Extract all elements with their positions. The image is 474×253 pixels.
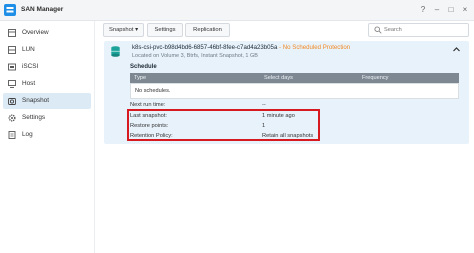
host-icon [8, 80, 16, 88]
table-row: No schedules. [130, 83, 459, 99]
sidebar-item-overview[interactable]: Overview [3, 25, 91, 41]
settings-button[interactable]: Settings [147, 23, 183, 37]
lun-location: Located on Volume 3, Btrfs, Instant Snap… [132, 53, 258, 59]
empty-schedule-text: No schedules. [135, 88, 171, 94]
sidebar-item-label: Settings [22, 114, 46, 121]
next-run-label: Next run time: [130, 102, 166, 108]
lun-name: k8s-csi-pvc-b98d4bd6-6857-46bf-8fee-c7ad… [132, 44, 278, 51]
schedule-table-header: Type Select days Frequency [130, 73, 459, 83]
sidebar-item-label: Log [22, 131, 33, 138]
sidebar-item-lun[interactable]: LUN [3, 42, 91, 58]
search-box[interactable] [368, 23, 469, 37]
next-run-value: -- [262, 102, 266, 108]
chevron-up-icon[interactable] [452, 45, 461, 54]
help-icon[interactable]: ? [418, 5, 428, 15]
lun-title: k8s-csi-pvc-b98d4bd6-6857-46bf-8fee-c7ad… [132, 44, 350, 51]
column-type: Type [134, 75, 147, 81]
log-icon [8, 131, 16, 139]
schedule-heading: Schedule [130, 64, 157, 70]
column-frequency: Frequency [362, 75, 389, 81]
sidebar-item-settings[interactable]: Settings [3, 110, 91, 126]
sidebar-item-label: iSCSI [22, 63, 39, 70]
sidebar-item-host[interactable]: Host [3, 76, 91, 92]
schedule-table: Type Select days Frequency No schedules. [130, 73, 459, 99]
gear-icon [8, 114, 16, 122]
protection-status: No Scheduled Protection [282, 44, 351, 51]
sidebar-item-iscsi[interactable]: iSCSI [3, 59, 91, 75]
search-input[interactable] [384, 25, 464, 35]
lun-disk-icon [111, 46, 120, 57]
san-manager-app-icon [4, 4, 16, 16]
minimize-icon[interactable]: – [432, 5, 442, 15]
sidebar-item-snapshot[interactable]: Snapshot [3, 93, 91, 109]
overview-icon [8, 29, 16, 37]
close-icon[interactable]: × [460, 5, 470, 15]
sidebar-item-log[interactable]: Log [3, 127, 91, 143]
snapshot-icon [8, 98, 16, 105]
toolbar: Snapshot ▾ Settings Replication [103, 23, 469, 37]
search-icon [374, 26, 382, 34]
replication-button[interactable]: Replication [185, 23, 230, 37]
window-title: SAN Manager [21, 6, 64, 13]
sidebar-item-label: LUN [22, 46, 35, 53]
sidebar-item-label: Snapshot [22, 97, 50, 104]
maximize-icon[interactable]: □ [446, 5, 456, 15]
highlight-box [127, 109, 320, 141]
sidebar-item-label: Overview [22, 29, 49, 36]
snapshot-menu-button[interactable]: Snapshot ▾ [103, 23, 144, 37]
iscsi-icon [8, 63, 16, 71]
sidebar: Overview LUN iSCSI Host Snapshot Setting… [0, 21, 95, 253]
title-bar: SAN Manager ? – □ × [0, 0, 474, 21]
lun-icon [8, 46, 16, 54]
column-select-days: Select days [264, 75, 293, 81]
sidebar-item-label: Host [22, 80, 36, 87]
